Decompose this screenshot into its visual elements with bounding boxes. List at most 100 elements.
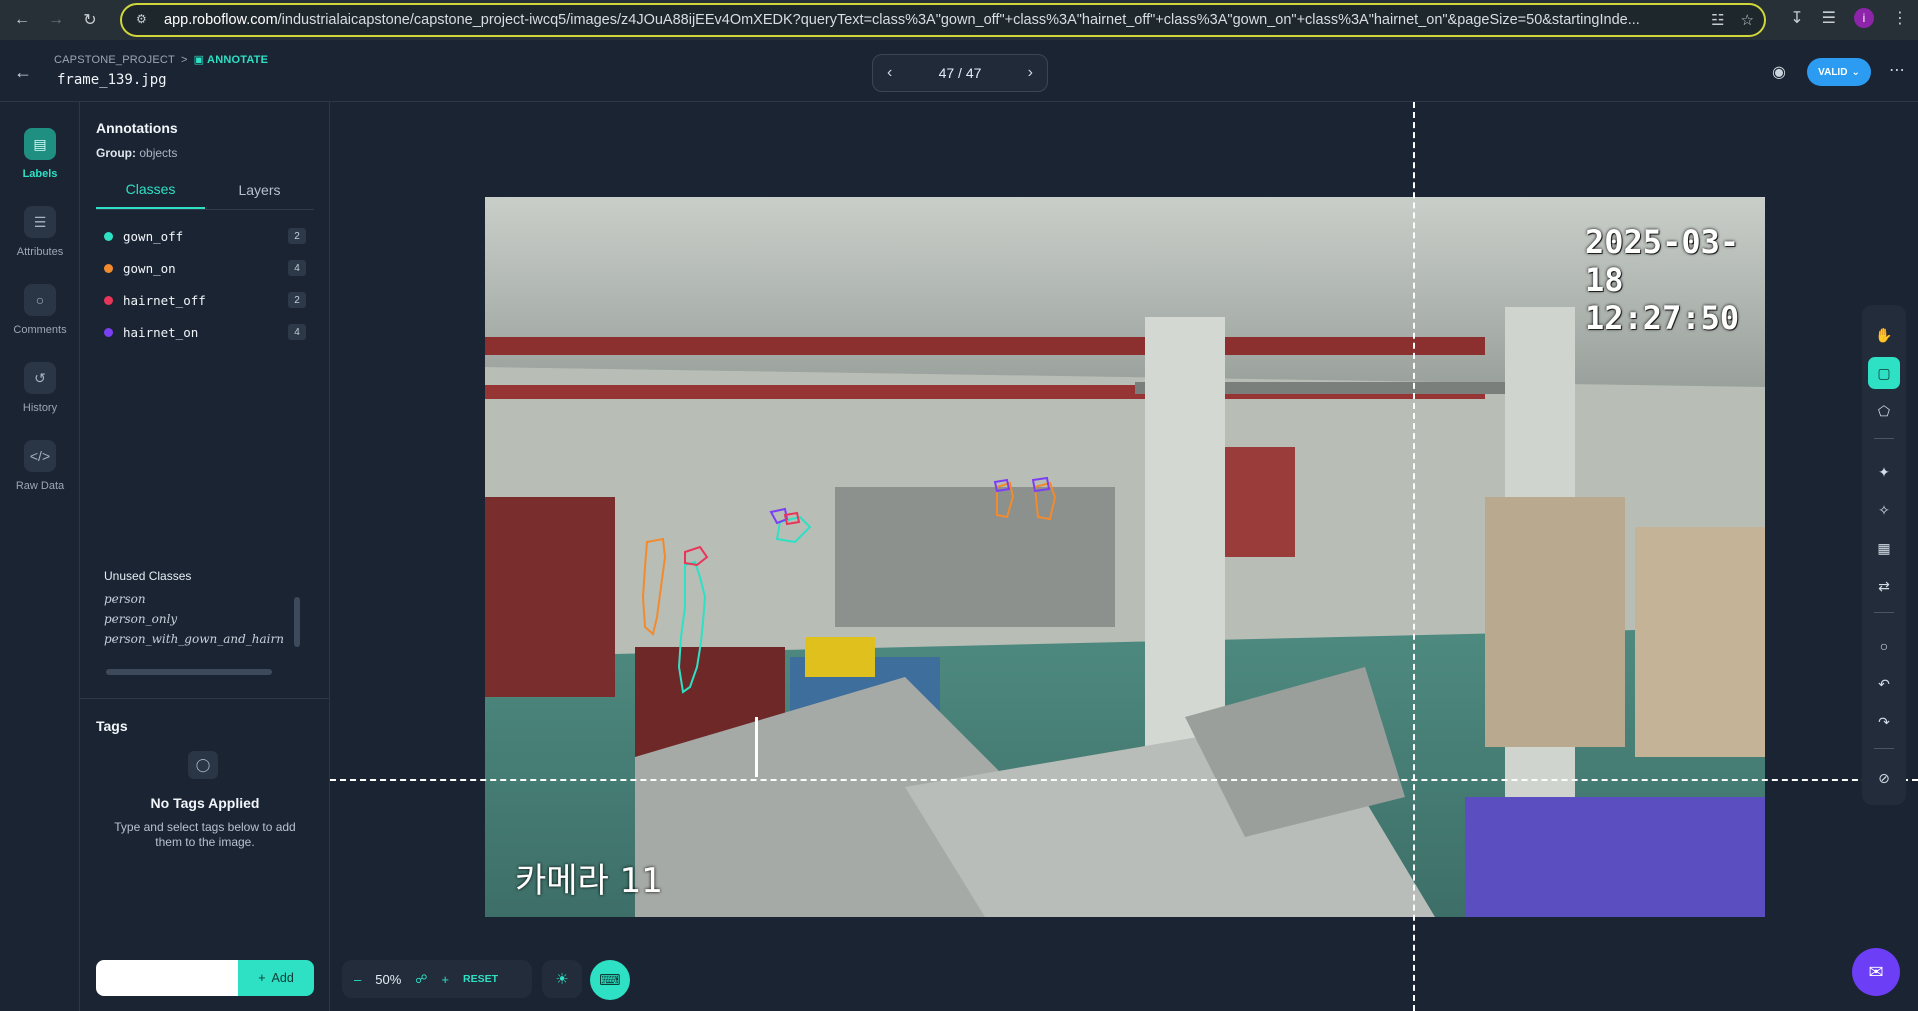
toolbar-divider: [1874, 748, 1894, 749]
breadcrumb-project[interactable]: CAPSTONE_PROJECT: [54, 54, 175, 66]
class-count-badge: 4: [288, 324, 306, 340]
class-name: gown_on: [123, 260, 176, 276]
plus-icon: +: [258, 971, 266, 985]
toolbar-divider: [1874, 438, 1894, 439]
redo-icon[interactable]: ↷: [1868, 706, 1900, 738]
previous-image-icon[interactable]: ‹: [887, 64, 892, 82]
unused-classes-list: person person_only person_with_gown_and_…: [104, 592, 294, 652]
breadcrumb: CAPSTONE_PROJECT > ▣ ANNOTATE: [54, 53, 269, 67]
toolbar-divider: [1874, 612, 1894, 613]
support-chat-icon[interactable]: ✉: [1852, 948, 1900, 996]
undo-icon[interactable]: ↶: [1868, 668, 1900, 700]
rail-label: Raw Data: [15, 480, 65, 492]
class-row-gown-off[interactable]: gown_off 2: [96, 220, 314, 252]
lock-zoom-icon[interactable]: ☍: [415, 972, 427, 986]
app-header: ← CAPSTONE_PROJECT > ▣ ANNOTATE frame_13…: [0, 40, 1918, 102]
more-options-icon[interactable]: ⋯: [1889, 60, 1905, 80]
annotations-panel: Annotations Group: objects Classes Layer…: [80, 102, 330, 1011]
annotation-canvas[interactable]: 2025-03-18 12:27:50 카메라 11: [330, 102, 1918, 1011]
rail-item-labels[interactable]: ▤ Labels: [0, 128, 80, 180]
repeat-annotations-icon[interactable]: ⇄: [1868, 570, 1900, 602]
comment-icon: ○: [24, 284, 56, 316]
zoom-controls: – 50% ☍ + RESET: [342, 960, 532, 998]
list-icon: ☰: [24, 206, 56, 238]
tab-classes[interactable]: Classes: [96, 170, 205, 209]
zoom-out-button[interactable]: –: [354, 972, 361, 987]
browser-menu-icon[interactable]: ⋮: [1892, 8, 1908, 28]
reload-icon[interactable]: ↻: [78, 8, 102, 32]
hide-annotations-icon[interactable]: ◉: [1772, 62, 1786, 82]
zoom-in-button[interactable]: +: [441, 972, 449, 987]
annotate-icon: ▣: [193, 54, 205, 66]
back-arrow-icon[interactable]: ←: [14, 62, 32, 83]
class-row-hairnet-off[interactable]: hairnet_off 2: [96, 284, 314, 316]
class-name: hairnet_on: [123, 324, 199, 340]
class-count-badge: 2: [288, 228, 306, 244]
rail-item-raw-data[interactable]: </> Raw Data: [0, 440, 80, 492]
reset-zoom-button[interactable]: RESET: [463, 973, 498, 985]
rail-item-comments[interactable]: ○ Comments: [0, 284, 80, 336]
tab-layers[interactable]: Layers: [205, 170, 314, 209]
history-icon: ↺: [24, 362, 56, 394]
download-icon[interactable]: ↧: [1790, 8, 1803, 28]
back-arrow-icon[interactable]: ←: [10, 8, 34, 32]
unused-horizontal-scrollbar[interactable]: [106, 669, 272, 675]
null-annotation-icon[interactable]: ⊘: [1868, 762, 1900, 794]
class-row-gown-on[interactable]: gown_on 4: [96, 252, 314, 284]
profile-avatar[interactable]: i: [1854, 8, 1874, 28]
translate-icon[interactable]: ☳: [1711, 11, 1724, 29]
tags-title: Tags: [96, 718, 128, 734]
split-status-dropdown[interactable]: VALID ⌄: [1807, 58, 1871, 86]
bounding-box-tool-icon[interactable]: ▢: [1868, 357, 1900, 389]
left-icon-rail: ▤ Labels ☰ Attributes ○ Comments ↺ Histo…: [0, 102, 80, 1011]
add-tag-button[interactable]: + Add: [238, 960, 314, 996]
class-name: gown_off: [123, 228, 184, 244]
magic-wand-icon[interactable]: ✧: [1868, 494, 1900, 526]
class-color-dot: [104, 231, 113, 241]
breadcrumb-separator: >: [180, 53, 188, 66]
chevron-down-icon: ⌄: [1851, 66, 1860, 78]
smart-polygon-icon[interactable]: ✦: [1868, 456, 1900, 488]
class-count-badge: 4: [288, 260, 306, 276]
class-list: gown_off 2 gown_on 4 hairnet_off 2 hairn…: [96, 220, 314, 348]
tag-icon: ◯: [188, 751, 218, 779]
comment-tool-icon[interactable]: ○: [1868, 630, 1900, 662]
polygon-tool-icon[interactable]: ⬠: [1868, 395, 1900, 427]
forward-arrow-icon[interactable]: →: [44, 8, 68, 32]
class-color-dot: [104, 295, 113, 305]
next-image-icon[interactable]: ›: [1028, 64, 1033, 82]
image-timestamp: 2025-03-18 12:27:50: [1585, 223, 1740, 337]
image-pager: ‹ 47 / 47 ›: [872, 54, 1048, 92]
keyboard-shortcuts-icon[interactable]: ⌨: [590, 960, 630, 1000]
camera-label: 카메라 11: [515, 861, 663, 901]
keypoint-tool-icon[interactable]: ▦: [1868, 532, 1900, 564]
rail-label: History: [22, 402, 58, 414]
rail-label: Labels: [22, 168, 58, 180]
url-text[interactable]: app.roboflow.com/industrialaicapstone/ca…: [164, 12, 1684, 28]
factory-scene-illustration: [485, 197, 1765, 917]
group-label: Group: objects: [96, 146, 178, 160]
panel-tabs: Classes Layers: [96, 170, 314, 210]
class-row-hairnet-on[interactable]: hairnet_on 4: [96, 316, 314, 348]
media-control-icon[interactable]: ☰: [1822, 8, 1836, 28]
rail-item-history[interactable]: ↺ History: [0, 362, 80, 414]
unused-class-item[interactable]: person: [104, 592, 294, 612]
brightness-icon[interactable]: ☀: [542, 960, 582, 998]
unused-class-item[interactable]: person_only: [104, 612, 294, 632]
pan-hand-icon[interactable]: ✋: [1868, 319, 1900, 351]
tag-input[interactable]: [96, 960, 238, 996]
breadcrumb-annotate[interactable]: ▣ ANNOTATE: [194, 53, 269, 66]
rail-item-attributes[interactable]: ☰ Attributes: [0, 206, 80, 258]
pager-count: 47 / 47: [938, 65, 982, 81]
site-info-icon[interactable]: ⚙: [136, 12, 152, 28]
code-icon: </>: [24, 440, 56, 472]
bookmark-star-icon[interactable]: ☆: [1741, 11, 1754, 29]
address-bar[interactable]: ⚙ app.roboflow.com/industrialaicapstone/…: [120, 3, 1766, 37]
image-filename: frame_139.jpg: [57, 72, 167, 88]
unused-vertical-scrollbar[interactable]: [294, 597, 300, 647]
factory-camera-image[interactable]: 2025-03-18 12:27:50 카메라 11: [485, 197, 1765, 917]
unused-class-item[interactable]: person_with_gown_and_hairn: [104, 632, 294, 652]
crosshair-vertical: [1413, 102, 1415, 1011]
no-tags-title: No Tags Applied: [150, 795, 260, 811]
unused-classes-title: Unused Classes: [104, 569, 192, 583]
